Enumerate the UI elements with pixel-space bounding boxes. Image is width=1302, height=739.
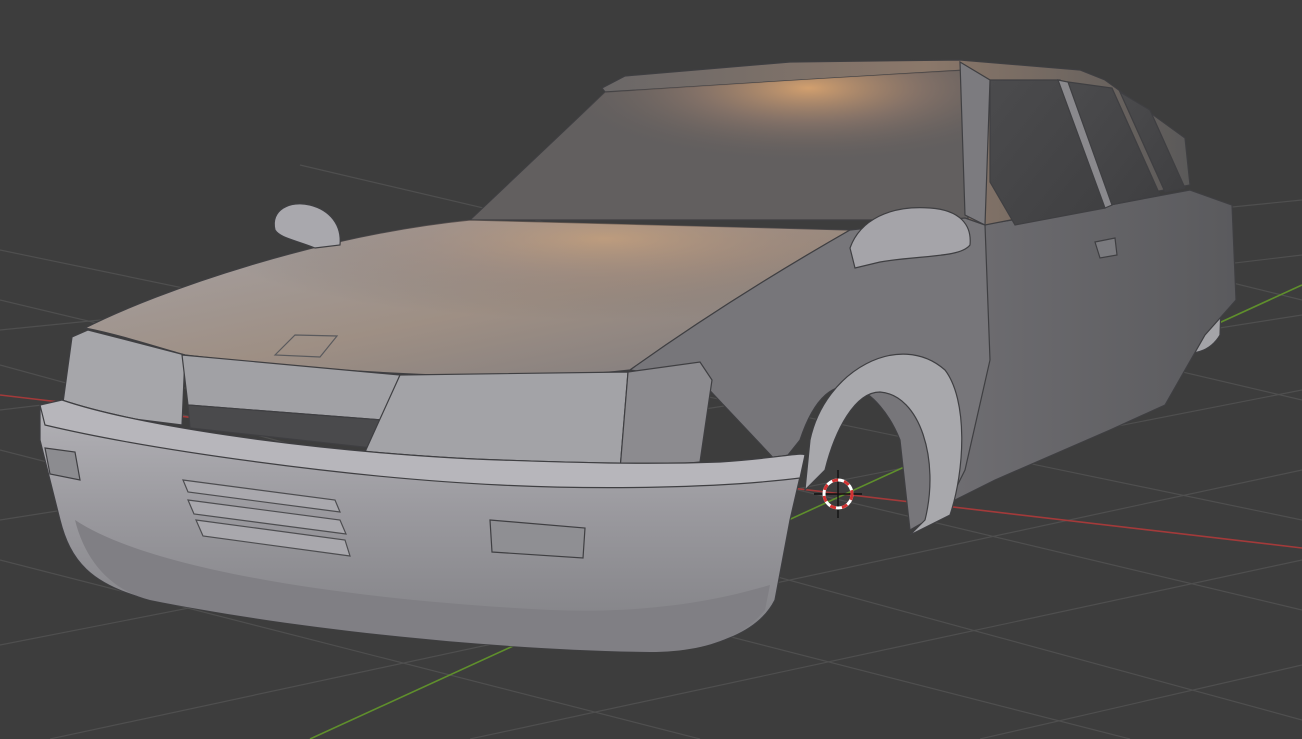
viewport-canvas[interactable] (0, 0, 1302, 739)
windshield-glow (470, 70, 968, 220)
mirror-left (273, 203, 341, 249)
a-pillar (959, 60, 991, 226)
corner-light-right (619, 361, 713, 471)
3d-viewport[interactable] (0, 0, 1302, 739)
car-body-mesh[interactable] (39, 59, 1237, 653)
